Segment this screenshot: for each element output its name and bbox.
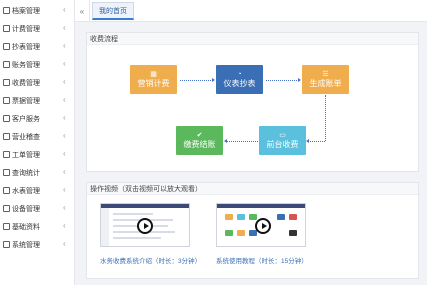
- card-icon: ▭: [279, 131, 286, 139]
- service-icon: [3, 115, 10, 122]
- play-icon[interactable]: [255, 218, 271, 234]
- sidebar-item-label: 收费管理: [12, 80, 40, 87]
- flow-arrow: [227, 141, 258, 142]
- tab-home[interactable]: 我的首页: [92, 2, 134, 20]
- flow-step-label: 仪表抄表: [223, 78, 256, 88]
- sidebar-item-label: 客户服务: [12, 116, 40, 123]
- sidebar-item-label: 档案管理: [12, 8, 40, 15]
- chevron-double-left-icon: «: [79, 6, 85, 16]
- tab-scroll-left-button[interactable]: «: [75, 0, 90, 22]
- chevron-left-icon: ‹: [63, 221, 66, 230]
- watermeter-icon: [3, 187, 10, 194]
- flow-arrow: [266, 80, 299, 81]
- chevron-left-icon: ‹: [63, 239, 66, 248]
- play-icon[interactable]: [137, 218, 153, 234]
- chevron-left-icon: ‹: [63, 5, 66, 14]
- sidebar-item-statistics[interactable]: 查询统计 ‹: [0, 164, 75, 182]
- billing-icon: [3, 25, 10, 32]
- flow-step-label: 营销计费: [137, 78, 170, 88]
- flow-arrow: [325, 95, 326, 141]
- sidebar-item-base-data[interactable]: 基础资料 ‹: [0, 218, 75, 236]
- sidebar-item-inspection[interactable]: 营业稽查 ‹: [0, 128, 75, 146]
- sidebar-item-label: 查询统计: [12, 170, 40, 177]
- flow-step-generate-bill[interactable]: ☰ 生成账单: [302, 65, 349, 94]
- chevron-left-icon: ‹: [63, 95, 66, 104]
- arrow-right-icon: [298, 78, 301, 82]
- audit-icon: [3, 133, 10, 140]
- sidebar-item-devices[interactable]: 设备管理 ‹: [0, 200, 75, 218]
- sidebar-item-label: 系统管理: [12, 242, 40, 249]
- video-thumbnail[interactable]: [100, 203, 190, 247]
- chevron-left-icon: ‹: [63, 23, 66, 32]
- sidebar: 档案管理 ‹ 计费管理 ‹ 抄表管理 ‹ 账务管理 ‹ 收费管理 ‹ 票据管理 …: [0, 0, 75, 285]
- ledger-icon: [3, 61, 10, 68]
- chevron-left-icon: ‹: [63, 113, 66, 122]
- arrow-right-icon: [212, 78, 215, 82]
- sidebar-item-system[interactable]: 系统管理 ‹: [0, 236, 75, 254]
- chevron-left-icon: ‹: [63, 131, 66, 140]
- video-caption[interactable]: 系统使用教程（时长：15分钟）: [216, 255, 308, 265]
- flow-step-label: 前台收费: [266, 139, 299, 149]
- sidebar-item-label: 设备管理: [12, 206, 40, 213]
- settings-icon: [3, 241, 10, 248]
- video-thumbnail[interactable]: [216, 203, 306, 247]
- sidebar-item-label: 水表管理: [12, 188, 40, 195]
- sidebar-item-label: 票据管理: [12, 98, 40, 105]
- folder-icon: [3, 7, 10, 14]
- list-icon: ☰: [322, 70, 329, 78]
- chevron-left-icon: ‹: [63, 185, 66, 194]
- sidebar-item-billing[interactable]: 计费管理 ‹: [0, 20, 75, 38]
- panel-title: 操作视频（双击视频可以放大观看）: [87, 183, 418, 195]
- sidebar-item-water-meters[interactable]: 水表管理 ‹: [0, 182, 75, 200]
- invoice-icon: [3, 97, 10, 104]
- sidebar-item-label: 基础资料: [12, 224, 40, 231]
- sidebar-item-meter-reading[interactable]: 抄表管理 ‹: [0, 38, 75, 56]
- sidebar-item-archives[interactable]: 档案管理 ‹: [0, 2, 75, 20]
- sidebar-item-work-orders[interactable]: 工单管理 ‹: [0, 146, 75, 164]
- panel-title: 收费流程: [87, 33, 418, 45]
- flow-step-billing[interactable]: ▦ 营销计费: [130, 65, 177, 94]
- database-icon: [3, 223, 10, 230]
- flow-step-label: 生成账单: [309, 78, 342, 88]
- flow-arrow: [308, 141, 325, 142]
- sidebar-item-accounts[interactable]: 账务管理 ‹: [0, 56, 75, 74]
- chevron-left-icon: ‹: [63, 41, 66, 50]
- gauge-icon: ◔: [237, 70, 242, 78]
- cashier-icon: [3, 79, 10, 86]
- chevron-left-icon: ‹: [63, 167, 66, 176]
- meter-icon: [3, 43, 10, 50]
- sidebar-item-label: 账务管理: [12, 62, 40, 69]
- chevron-left-icon: ‹: [63, 149, 66, 158]
- chevron-left-icon: ‹: [63, 203, 66, 212]
- sidebar-item-customer-service[interactable]: 客户服务 ‹: [0, 110, 75, 128]
- workorder-icon: [3, 151, 10, 158]
- flow-step-label: 缴费结账: [183, 139, 216, 149]
- flow-step-settlement[interactable]: ✔ 缴费结账: [176, 126, 223, 155]
- flow-step-front-desk-charging[interactable]: ▭ 前台收费: [259, 126, 306, 155]
- flow-step-meter-reading[interactable]: ◔ 仪表抄表: [216, 65, 263, 94]
- report-icon: [3, 169, 10, 176]
- tab-bar: « 我的首页: [75, 0, 427, 22]
- flow-arrow: [180, 80, 213, 81]
- sidebar-item-label: 营业稽查: [12, 134, 40, 141]
- arrow-left-icon: [224, 139, 227, 143]
- calculator-icon: ▦: [150, 70, 157, 78]
- sidebar-item-charging[interactable]: 收费管理 ‹: [0, 74, 75, 92]
- sidebar-item-label: 计费管理: [12, 26, 40, 33]
- sidebar-item-label: 抄表管理: [12, 44, 40, 51]
- video-caption[interactable]: 水务收费系统介绍（时长：3分钟）: [100, 255, 201, 265]
- chevron-left-icon: ‹: [63, 77, 66, 86]
- check-icon: ✔: [196, 131, 203, 139]
- sidebar-item-label: 工单管理: [12, 152, 40, 159]
- charging-flow-panel: 收费流程: [86, 32, 419, 172]
- device-icon: [3, 205, 10, 212]
- sidebar-item-invoices[interactable]: 票据管理 ‹: [0, 92, 75, 110]
- arrow-left-icon: [306, 139, 309, 143]
- chevron-left-icon: ‹: [63, 59, 66, 68]
